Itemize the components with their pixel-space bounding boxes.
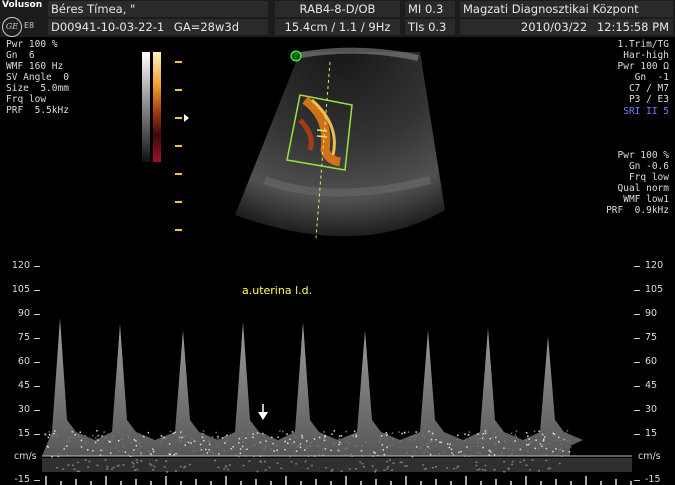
scale-tick xyxy=(634,290,640,291)
unit-label-right: cm/s xyxy=(638,451,661,462)
scale-tick xyxy=(34,314,40,315)
scale-tick xyxy=(34,362,40,363)
scale-tick-label: -15 xyxy=(645,474,667,485)
scale-tick-label: 75 xyxy=(645,332,667,343)
scale-tick xyxy=(34,434,40,435)
scale-tick-label: 30 xyxy=(8,404,30,415)
imaging-canvas: E8 xyxy=(0,0,675,485)
scale-tick-label: 90 xyxy=(645,308,667,319)
scale-tick-label: 105 xyxy=(8,284,30,295)
scale-tick-label: 30 xyxy=(645,404,667,415)
scale-tick xyxy=(34,410,40,411)
scale-tick-label: -15 xyxy=(8,474,30,485)
scale-tick xyxy=(34,290,40,291)
scale-tick xyxy=(634,314,640,315)
scale-tick xyxy=(634,434,640,435)
time-ticks xyxy=(46,476,631,485)
scale-tick-label: 105 xyxy=(645,284,667,295)
scale-tick xyxy=(34,266,40,267)
scale-tick xyxy=(634,386,640,387)
scale-tick-label: 45 xyxy=(8,380,30,391)
scale-tick xyxy=(634,362,640,363)
scale-tick xyxy=(34,338,40,339)
scale-tick-label: 75 xyxy=(8,332,30,343)
scale-tick-label: 60 xyxy=(645,356,667,367)
color-doppler-bar xyxy=(153,52,161,162)
bmode-sector xyxy=(235,52,445,236)
scale-tick xyxy=(634,410,640,411)
focus-marker-icon xyxy=(184,114,189,122)
scale-tick-label: 120 xyxy=(8,260,30,271)
scale-tick-label: 15 xyxy=(645,428,667,439)
scale-tick xyxy=(634,266,640,267)
scale-tick-label: 45 xyxy=(645,380,667,391)
vessel-label: a.uterina l.d. xyxy=(242,284,312,297)
doppler-spectrum xyxy=(42,318,583,473)
scale-tick-label: 60 xyxy=(8,356,30,367)
depth-ticks xyxy=(175,62,182,230)
svg-text:E8: E8 xyxy=(292,54,300,61)
scale-tick xyxy=(634,480,640,481)
grayscale-bar xyxy=(142,52,150,162)
unit-label-left: cm/s xyxy=(14,451,37,462)
scale-tick-label: 90 xyxy=(8,308,30,319)
scale-tick-label: 15 xyxy=(8,428,30,439)
scale-tick xyxy=(34,480,40,481)
scale-tick-label: 120 xyxy=(645,260,667,271)
scale-tick xyxy=(34,386,40,387)
scale-tick xyxy=(634,338,640,339)
